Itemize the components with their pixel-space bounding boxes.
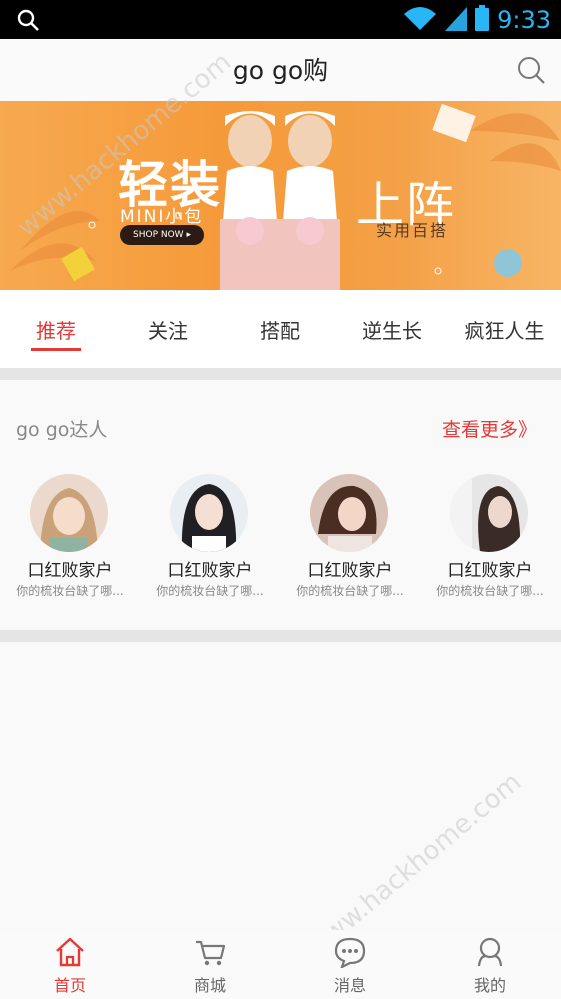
avatar	[450, 474, 528, 552]
section-divider	[0, 368, 561, 380]
expert-card[interactable]: 口红败家户 你的梳妆台缺了哪...	[280, 472, 420, 602]
nav-messages[interactable]: 消息	[280, 930, 420, 999]
section-divider	[0, 630, 561, 642]
avatar	[30, 474, 108, 552]
expert-card[interactable]: 口红败家户 你的梳妆台缺了哪...	[420, 472, 560, 602]
message-icon	[334, 936, 366, 970]
shop-now-button[interactable]: SHOP NOW ▸	[120, 225, 204, 245]
expert-name: 口红败家户	[447, 561, 533, 581]
status-time: 9:33	[497, 6, 551, 34]
profile-icon	[474, 936, 506, 968]
tab-follow[interactable]: 关注	[112, 290, 224, 368]
expert-desc: 你的梳妆台缺了哪...	[156, 584, 264, 598]
see-more-link[interactable]: 查看更多》	[442, 415, 537, 442]
cart-icon	[194, 936, 226, 968]
expert-desc: 你的梳妆台缺了哪...	[296, 584, 404, 598]
expert-card[interactable]: 口红败家户 你的梳妆台缺了哪...	[140, 472, 280, 602]
banner-mini-label: MINI小包	[120, 207, 204, 227]
expert-desc: 你的梳妆台缺了哪...	[436, 584, 544, 598]
category-tabs: 推荐 关注 搭配 逆生长 疯狂人生	[0, 290, 561, 368]
nav-label: 商城	[193, 976, 226, 995]
search-button[interactable]	[516, 55, 546, 85]
bottom-nav: 首页 商城 消息 我的	[0, 930, 561, 999]
search-icon	[16, 8, 40, 36]
experts-section: go go达人 查看更多》 口红败家户 你的梳妆台缺了哪... 口红败家户 你的…	[0, 380, 561, 630]
expert-name: 口红败家户	[307, 561, 393, 581]
expert-card[interactable]: 口红败家户 你的梳妆台缺了哪...	[0, 472, 140, 602]
active-tab-indicator	[31, 348, 81, 351]
battery-icon	[475, 5, 490, 35]
avatar	[170, 474, 248, 552]
feed-area	[0, 642, 561, 930]
avatar	[310, 474, 388, 552]
expert-name: 口红败家户	[167, 561, 253, 581]
banner-models-image	[220, 111, 340, 290]
tab-anti-aging[interactable]: 逆生长	[336, 290, 448, 368]
expert-name: 口红败家户	[27, 561, 113, 581]
expert-desc: 你的梳妆台缺了哪...	[16, 584, 124, 598]
app-header: go go购	[0, 39, 561, 101]
home-icon	[54, 936, 86, 968]
tab-recommend[interactable]: 推荐	[0, 290, 112, 368]
banner-right-subtitle: 实用百搭	[376, 221, 449, 240]
nav-mall[interactable]: 商城	[140, 930, 280, 999]
tab-outfit[interactable]: 搭配	[224, 290, 336, 368]
tab-crazy-life[interactable]: 疯狂人生	[448, 290, 561, 368]
wifi-icon	[403, 5, 437, 35]
nav-label: 消息	[333, 976, 366, 995]
nav-label: 我的	[473, 976, 506, 995]
page-title: go go购	[232, 56, 329, 85]
nav-profile[interactable]: 我的	[420, 930, 560, 999]
nav-home[interactable]: 首页	[0, 930, 140, 999]
section-title: go go达人	[16, 419, 108, 441]
signal-icon	[445, 5, 468, 35]
status-bar: 9:33	[0, 0, 561, 39]
nav-label: 首页	[53, 976, 86, 995]
promo-banner[interactable]: 轻装 MINI小包 SHOP NOW ▸ 上阵 实用百搭	[0, 101, 561, 290]
